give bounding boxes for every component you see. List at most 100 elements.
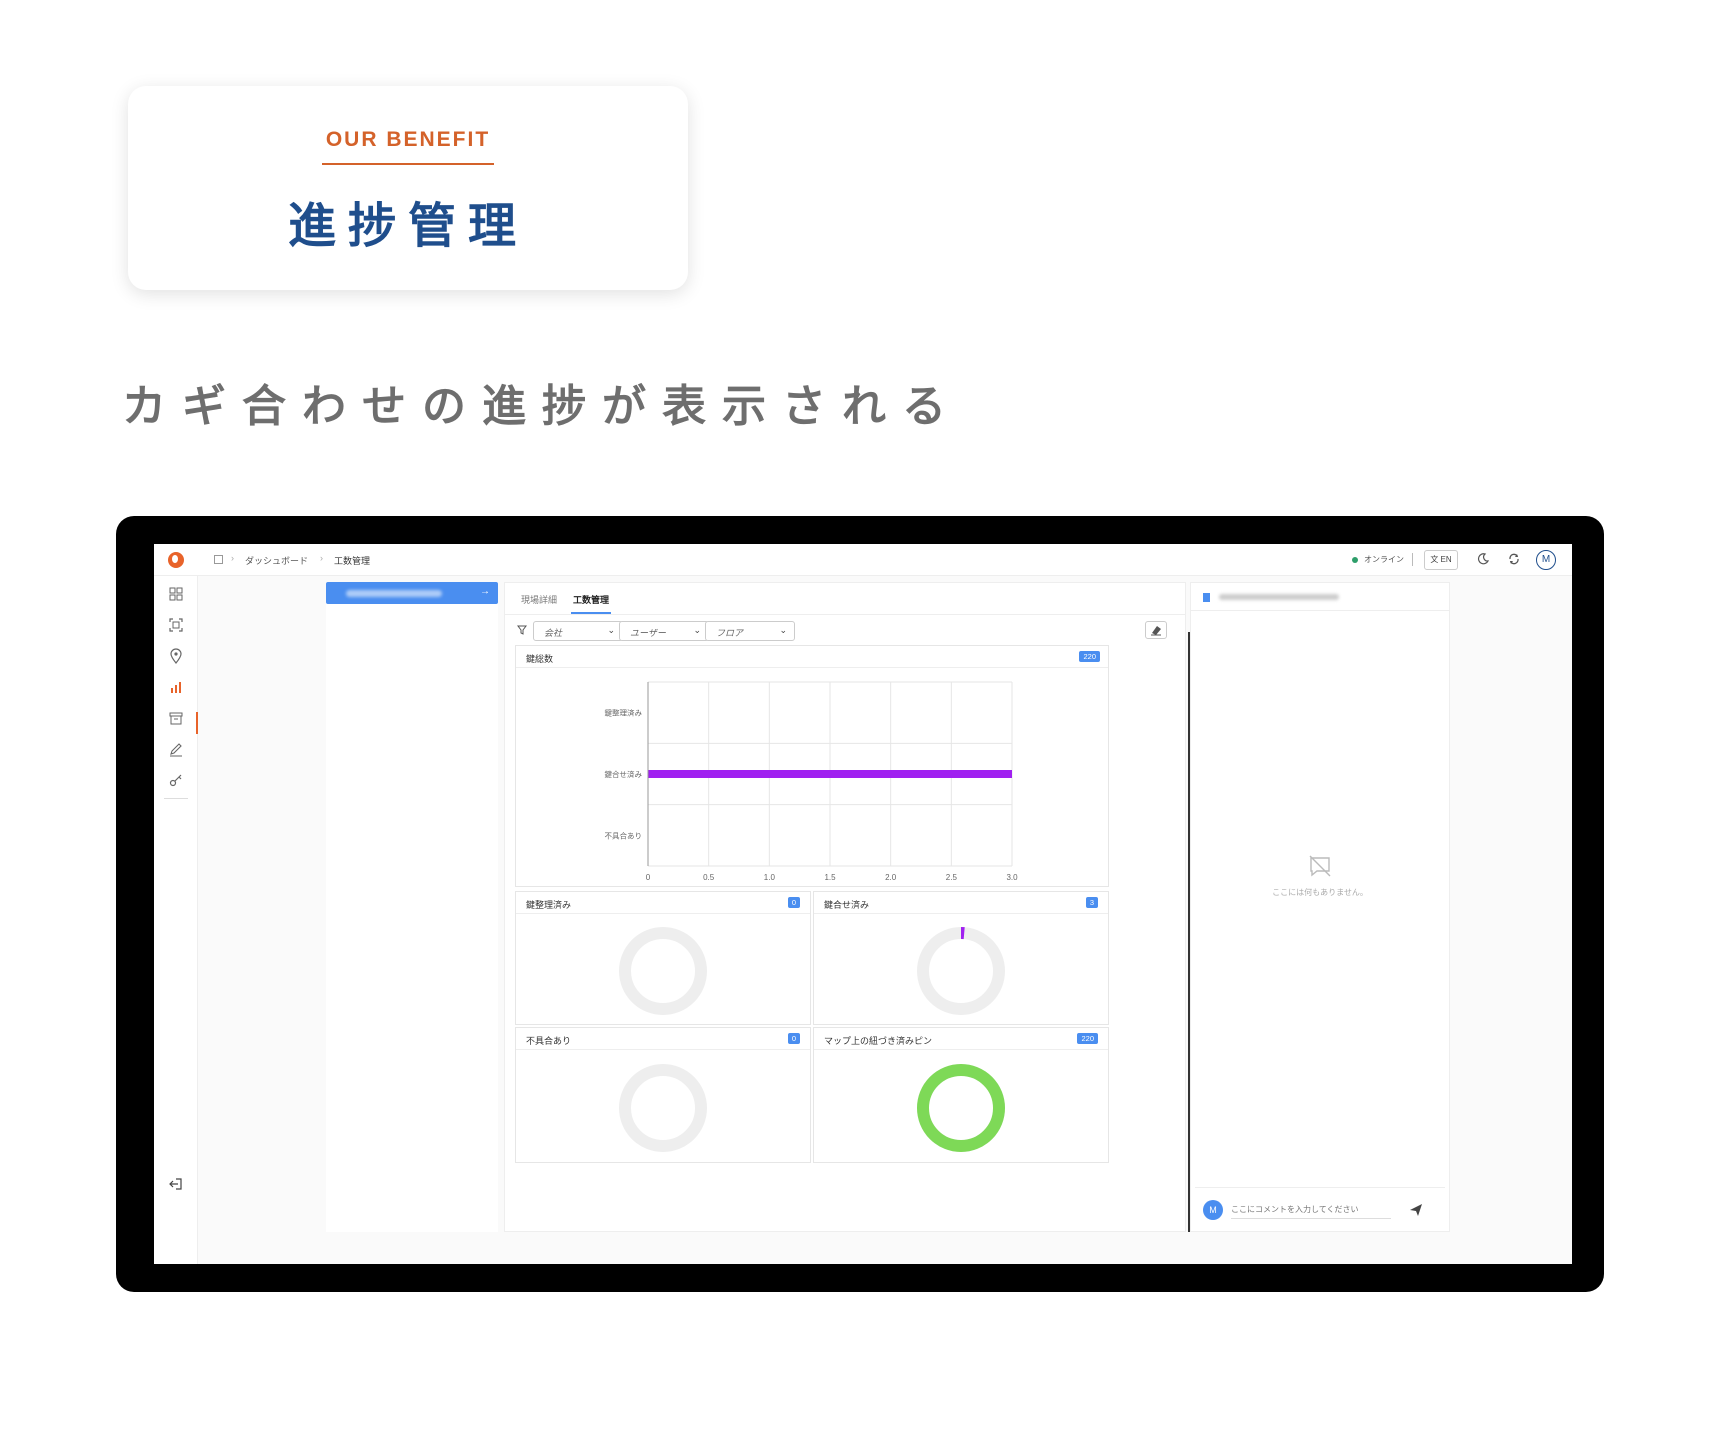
chart-icon[interactable] bbox=[168, 679, 184, 695]
key-status-bar-chart: 0 0.5 1.0 1.5 2.0 2.5 3.0 鍵整理済み鍵合せ済み不具合あり bbox=[605, 681, 1018, 882]
language-toggle-button[interactable]: 文 EN bbox=[1424, 550, 1458, 570]
benefit-divider bbox=[322, 163, 494, 165]
donut-track bbox=[619, 927, 707, 1015]
scan-icon[interactable] bbox=[168, 617, 184, 633]
card-header: マップ上の紐づき済みピン 220 bbox=[814, 1028, 1108, 1050]
key-icon[interactable] bbox=[168, 772, 184, 788]
send-icon[interactable] bbox=[1409, 1203, 1423, 1217]
clear-filters-button[interactable] bbox=[1145, 621, 1167, 639]
floor-select[interactable]: フロア ⌄ bbox=[705, 621, 795, 641]
comments-panel: ここには何もありません。 M bbox=[1190, 582, 1450, 1232]
redacted-site-name bbox=[346, 590, 442, 597]
card-header: 鍵整理済み 0 bbox=[516, 892, 810, 914]
donut-value-arc bbox=[917, 1064, 1005, 1152]
home-grid-icon[interactable] bbox=[214, 555, 223, 564]
app-screen: › ダッシュボード › 工数管理 オンライン 文 EN M → 現場詳細 工数管… bbox=[154, 544, 1572, 1264]
x-tick-label: 1.0 bbox=[764, 873, 776, 882]
y-category-label: 鍵合せ済み bbox=[605, 769, 643, 779]
x-tick-label: 3.0 bbox=[1006, 873, 1018, 882]
dashboard-icon[interactable] bbox=[168, 586, 184, 602]
company-select-label: 会社 bbox=[544, 628, 563, 638]
count-badge: 0 bbox=[787, 897, 800, 908]
count-badge: 3 bbox=[1085, 897, 1098, 908]
redacted-comments-title bbox=[1219, 594, 1339, 600]
tab-effort-management[interactable]: 工数管理 bbox=[573, 593, 609, 606]
keys-matched-donut bbox=[917, 927, 1005, 1015]
app-logo[interactable] bbox=[168, 552, 184, 568]
card-title: 鍵合せ済み bbox=[824, 900, 870, 910]
keys-organized-donut bbox=[619, 927, 707, 1015]
chevron-down-icon: ⌄ bbox=[693, 625, 701, 635]
card-header: 鍵合せ済み 3 bbox=[814, 892, 1108, 914]
card-header: 鍵総数 220 bbox=[516, 646, 1108, 668]
eraser-icon bbox=[1151, 626, 1161, 636]
donut-card: 鍵整理済み 0 bbox=[515, 891, 811, 1025]
bar-鍵合せ済み bbox=[648, 770, 1012, 778]
card-title: 鍵整理済み bbox=[526, 900, 572, 910]
rail-divider bbox=[164, 798, 188, 799]
online-status-label: オンライン bbox=[1364, 555, 1404, 564]
topbar-divider bbox=[1412, 553, 1413, 566]
breadcrumb-separator: › bbox=[231, 553, 234, 563]
donut-card: マップ上の紐づき済みピン 220 bbox=[813, 1027, 1109, 1163]
defects-donut bbox=[619, 1064, 707, 1152]
site-list: → bbox=[326, 582, 498, 1232]
main-panel: 現場詳細 工数管理 会社 ⌄ ユーザー ⌄ フロア ⌄ 鍵総数 220 0 0.5 1.0… bbox=[504, 582, 1186, 1232]
x-tick-label: 2.0 bbox=[885, 873, 897, 882]
comment-composer: M bbox=[1195, 1187, 1445, 1227]
x-tick-label: 0 bbox=[646, 873, 651, 882]
benefit-eyebrow: OUR BENEFIT bbox=[325, 128, 491, 151]
floor-select-label: フロア bbox=[716, 628, 744, 638]
comment-avatar: M bbox=[1203, 1200, 1223, 1220]
card-header: 不具合あり 0 bbox=[516, 1028, 810, 1050]
benefit-card: OUR BENEFIT 進捗管理 bbox=[128, 86, 688, 290]
breadcrumb-current: 工数管理 bbox=[334, 556, 371, 566]
benefit-title: 進捗管理 bbox=[287, 198, 528, 254]
count-badge: 220 bbox=[1077, 1033, 1098, 1044]
no-comments-icon bbox=[1309, 855, 1331, 877]
user-select[interactable]: ユーザー ⌄ bbox=[619, 621, 709, 641]
language-label: EN bbox=[1440, 555, 1452, 564]
online-status-dot bbox=[1352, 557, 1358, 563]
sync-icon[interactable] bbox=[1507, 552, 1521, 566]
comments-header bbox=[1191, 583, 1449, 611]
total-keys-card: 鍵総数 220 0 0.5 1.0 1.5 2.0 2.5 3.0 鍵整理済み 鍵合せ済み 不具合… bbox=[515, 645, 1109, 887]
donut-card: 不具合あり 0 bbox=[515, 1027, 811, 1163]
breadcrumb-dashboard[interactable]: ダッシュボード bbox=[245, 554, 308, 567]
card-title: 不具合あり bbox=[526, 1036, 572, 1046]
y-category-label: 不具合あり bbox=[605, 830, 643, 840]
tab-site-details[interactable]: 現場詳細 bbox=[521, 593, 557, 606]
card-title: 鍵総数 bbox=[526, 654, 554, 664]
donut-track bbox=[619, 1064, 707, 1152]
y-category-label: 鍵整理済み bbox=[605, 708, 643, 718]
filter-icon[interactable] bbox=[517, 625, 527, 635]
count-badge: 220 bbox=[1079, 651, 1100, 662]
dark-mode-icon[interactable] bbox=[1476, 552, 1490, 566]
user-avatar[interactable]: M bbox=[1536, 550, 1556, 570]
company-select[interactable]: 会社 ⌄ bbox=[533, 621, 623, 641]
x-tick-label: 1.5 bbox=[824, 873, 836, 882]
arrow-right-icon: → bbox=[480, 586, 490, 597]
tabs-divider bbox=[505, 614, 1185, 615]
logout-icon[interactable] bbox=[168, 1176, 184, 1192]
side-rail bbox=[154, 576, 198, 1264]
card-title: マップ上の紐づき済みピン bbox=[824, 1036, 933, 1046]
translate-icon: 文 bbox=[1430, 555, 1441, 564]
user-select-label: ユーザー bbox=[630, 628, 666, 638]
site-list-item-selected[interactable]: → bbox=[326, 582, 498, 604]
chevron-down-icon: ⌄ bbox=[779, 625, 787, 635]
comment-input[interactable] bbox=[1231, 1201, 1391, 1219]
edit-icon[interactable] bbox=[168, 741, 184, 757]
donut-track bbox=[917, 927, 1005, 1015]
top-bar: › ダッシュボード › 工数管理 オンライン 文 EN M bbox=[154, 544, 1572, 576]
count-badge: 0 bbox=[787, 1033, 800, 1044]
archive-icon[interactable] bbox=[168, 710, 184, 726]
donut-card: 鍵合せ済み 3 bbox=[813, 891, 1109, 1025]
rail-active-indicator bbox=[196, 712, 198, 734]
linked-pins-donut bbox=[917, 1064, 1005, 1152]
x-tick-label: 0.5 bbox=[703, 873, 715, 882]
flag-icon bbox=[1203, 593, 1210, 602]
breadcrumb-separator: › bbox=[320, 553, 323, 563]
subheadline: カギ合わせの進捗が表示される bbox=[122, 381, 962, 432]
location-icon[interactable] bbox=[168, 648, 184, 664]
